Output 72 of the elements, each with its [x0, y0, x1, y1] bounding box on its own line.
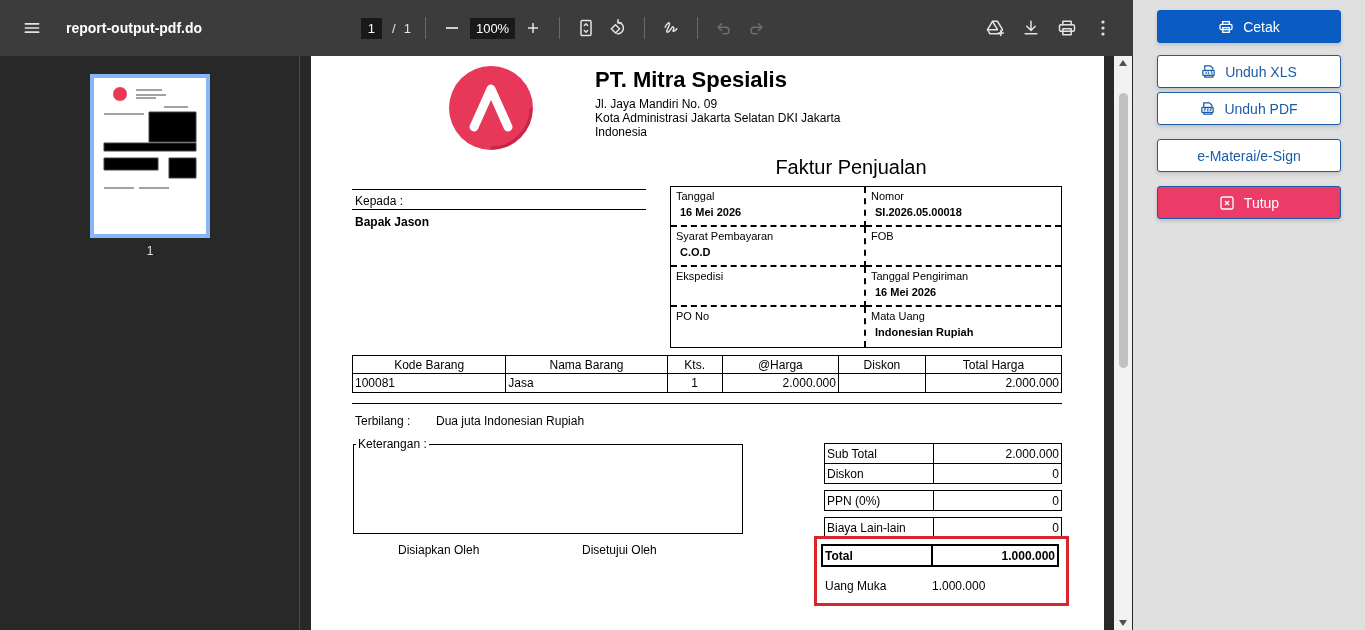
print-icon — [1218, 18, 1235, 35]
field-label: FOB — [871, 229, 894, 243]
document-title: report-output-pdf.do — [66, 20, 203, 36]
table-cell: 0 — [933, 463, 1062, 484]
company-address: Jl. Jaya Mandiri No. 09 — [595, 97, 719, 111]
thumbnail-label: 1 — [146, 244, 154, 258]
close-icon — [1218, 194, 1235, 211]
invoice-title: Faktur Penjualan — [775, 155, 927, 179]
down-payment-value: 1.000.000 — [932, 579, 986, 593]
column-header: Total Harga — [925, 355, 1062, 374]
minus-icon — [445, 27, 458, 29]
plain-button[interactable]: e-Materai/e-Sign — [1157, 139, 1341, 172]
field-label: Syarat Pembayaran — [676, 229, 774, 243]
print-button[interactable]: Cetak — [1157, 10, 1341, 43]
table-cell: 2.000.000 — [925, 373, 1062, 393]
column-header: Diskon — [838, 355, 926, 374]
pdf-file-icon — [1200, 101, 1216, 116]
more-icon — [1101, 20, 1105, 36]
close-button[interactable]: Tutup — [1157, 186, 1341, 219]
field-label: Mata Uang — [871, 309, 925, 323]
table-cell: 100081 — [352, 373, 506, 393]
column-header: Nama Barang — [505, 355, 668, 374]
scrollbar-thumb[interactable] — [1118, 93, 1128, 368]
field-value: 16 Mei 2026 — [874, 285, 938, 300]
table-cell: 2.000.000 — [722, 373, 839, 393]
table-cell: 0 — [933, 490, 1062, 511]
scroll-up-icon[interactable] — [1119, 60, 1127, 66]
company-address: Indonesia — [595, 125, 649, 139]
table-cell: 1.000.000 — [932, 545, 1058, 566]
table-cell: 2.000.000 — [933, 443, 1062, 464]
recipient-label: Kepada : — [355, 194, 404, 208]
field-label: Tanggal — [676, 189, 715, 203]
field-label: Ekspedisi — [676, 269, 724, 283]
table-cell: PPN (0%) — [824, 490, 934, 511]
table-cell: Diskon — [824, 463, 934, 484]
table-cell: 1 — [667, 373, 723, 393]
signature-label: Disetujui Oleh — [582, 543, 657, 557]
field-value: 16 Mei 2026 — [679, 205, 743, 220]
company-name: PT. Mitra Spesialis — [595, 66, 788, 94]
column-header: Kts. — [667, 355, 723, 374]
page-separator: / — [392, 20, 396, 36]
field-label: PO No — [676, 309, 709, 323]
spreadsheet-file-icon — [1201, 64, 1217, 79]
page-count: 1 — [403, 20, 411, 36]
scroll-down-icon[interactable] — [1119, 620, 1127, 626]
column-header: @Harga — [722, 355, 839, 374]
company-address: Kota Administrasi Jakarta Selatan DKI Jakarta — [595, 111, 841, 125]
xls-button[interactable]: Unduh XLS — [1157, 55, 1341, 88]
table-cell: 0 — [933, 517, 1062, 538]
table-cell: Total — [822, 545, 932, 566]
print-icon — [1057, 18, 1077, 38]
field-value: C.O.D — [679, 245, 712, 260]
zoom-level-field[interactable]: 100% — [469, 17, 516, 39]
down-payment-label: Uang Muka — [825, 579, 888, 593]
table-cell: Jasa — [505, 373, 668, 393]
page-thumbnail[interactable] — [90, 74, 210, 238]
notes-label: Keterangan : — [357, 437, 428, 451]
field-label: Tanggal Pengiriman — [871, 269, 969, 283]
scrollbar[interactable] — [1114, 56, 1132, 630]
recipient-name: Bapak Jason — [354, 214, 431, 231]
pdf-button[interactable]: Unduh PDF — [1157, 92, 1341, 125]
amount-in-words: Dua juta Indonesian Rupiah — [436, 414, 585, 428]
page-number-field[interactable]: 1 — [360, 17, 383, 39]
table-cell: Biaya Lain-lain — [824, 517, 934, 538]
field-value: Indonesian Rupiah — [874, 325, 975, 340]
field-label: Nomor — [871, 189, 904, 203]
table-cell: Sub Total — [824, 443, 934, 464]
column-header: Kode Barang — [352, 355, 506, 374]
signature-label: Disiapkan Oleh — [398, 543, 481, 557]
amount-in-words-label: Terbilang : — [354, 414, 412, 428]
field-value: SI.2026.05.00018 — [874, 205, 963, 220]
drive-add-icon — [985, 18, 1005, 38]
